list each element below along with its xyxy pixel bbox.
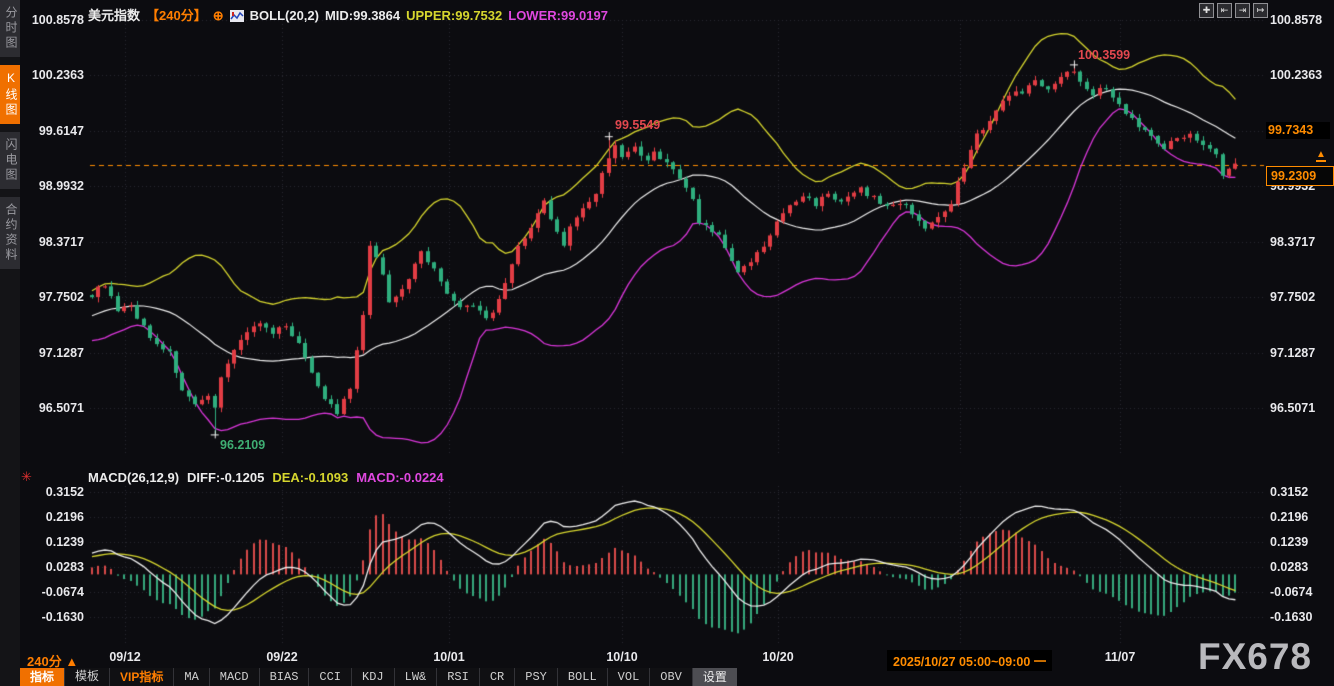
boll-indicator-label: BOLL(20,2): [250, 8, 319, 23]
indicator-toolbar: 指标模板VIP指标MAMACDBIASCCIKDJLW&RSICRPSYBOLL…: [20, 668, 737, 686]
macd-settings-icon[interactable]: ✳: [21, 469, 32, 485]
macd-axis-right-0: 0.3152: [1270, 485, 1308, 499]
toolbar-item-MA[interactable]: MA: [173, 668, 208, 686]
macd-dea-value: DEA:-0.1093: [272, 470, 348, 485]
sidebar-item-2[interactable]: K线图: [0, 65, 20, 124]
toolbar-item-RSI[interactable]: RSI: [436, 668, 479, 686]
macd-macd-value: MACD:-0.0224: [356, 470, 443, 485]
x-axis-label-11/07: 11/07: [1105, 650, 1136, 664]
add-indicator-icon[interactable]: ⊕: [213, 8, 224, 23]
macd-axis-left-4: -0.0674: [24, 585, 84, 599]
toolbar-item-KDJ[interactable]: KDJ: [351, 668, 394, 686]
price-axis-left-7: 96.5071: [24, 401, 84, 415]
sidebar-item-4[interactable]: 合约资料: [0, 197, 20, 269]
toolbar-item-CR[interactable]: CR: [479, 668, 514, 686]
macd-legend: MACD(26,12,9) DIFF:-0.1205 DEA:-0.1093 MACD…: [88, 470, 452, 485]
sidebar-item-3[interactable]: 闪电图: [0, 132, 20, 189]
compress-left-icon[interactable]: ⇤: [1217, 3, 1232, 18]
macd-axis-right-1: 0.2196: [1270, 510, 1308, 524]
macd-axis-left-0: 0.3152: [24, 485, 84, 499]
toolbar-item-指标[interactable]: 指标: [20, 668, 64, 686]
period-label: 【240分】: [146, 8, 207, 23]
price-macd-chart-canvas[interactable]: [0, 0, 1334, 686]
toolbar-item-设置[interactable]: 设置: [692, 668, 737, 686]
macd-axis-left-1: 0.2196: [24, 510, 84, 524]
boll-lower-value: LOWER:99.0197: [508, 8, 608, 23]
macd-axis-right-4: -0.0674: [1270, 585, 1312, 599]
price-axis-right-6: 96.5071: [1270, 401, 1315, 415]
x-axis-label-10/01: 10/01: [433, 650, 464, 664]
price-axis-right-3: 98.3717: [1270, 235, 1315, 249]
charting-app: 分时图 K线图闪电图合约资料 美元指数【240分】 ⊕ BOLL(20,2) MID:9…: [0, 0, 1334, 686]
main-chart-legend: 美元指数【240分】 ⊕ BOLL(20,2) MID:99.3864 UPPER:99…: [88, 5, 614, 25]
price-axis-right-1: 100.2363: [1270, 68, 1322, 82]
price-axis-right-5: 97.1287: [1270, 346, 1315, 360]
symbol-name: 美元指数: [88, 8, 140, 23]
macd-indicator-label: MACD(26,12,9): [88, 470, 179, 485]
price-axis-right-4: 97.7502: [1270, 290, 1315, 304]
compress-right-icon[interactable]: ⇥: [1235, 3, 1250, 18]
chart-toolbuttons: ✚⇤⇥↦: [1199, 3, 1268, 18]
annotation-high-100: 100.3599: [1078, 48, 1130, 62]
macd-axis-left-2: 0.1239: [24, 535, 84, 549]
interval-text: 240分: [27, 654, 62, 669]
crosshair-date-tooltip: 2025/10/27 05:00~09:00 一: [887, 650, 1052, 671]
toolbar-item-BIAS[interactable]: BIAS: [259, 668, 309, 686]
price-axis-left-4: 98.3717: [24, 235, 84, 249]
pan-icon[interactable]: ✚: [1199, 3, 1214, 18]
toolbar-item-PSY[interactable]: PSY: [514, 668, 557, 686]
sidebar-item-1[interactable]: 分时图: [0, 0, 20, 57]
sidebar: 分时图 K线图闪电图合约资料: [0, 0, 20, 686]
toolbar-item-BOLL[interactable]: BOLL: [557, 668, 607, 686]
boll-mid-value: MID:99.3864: [325, 8, 400, 23]
price-axis-left-5: 97.7502: [24, 290, 84, 304]
brand-watermark: FX678: [1198, 636, 1312, 678]
toolbar-item-OBV[interactable]: OBV: [649, 668, 692, 686]
x-axis-label-10/10: 10/10: [606, 650, 637, 664]
x-axis-label-09/22: 09/22: [266, 650, 297, 664]
toolbar-item-VIP指标[interactable]: VIP指标: [109, 668, 173, 686]
toolbar-item-MACD[interactable]: MACD: [209, 668, 259, 686]
annotation-low-96: 96.2109: [220, 438, 265, 452]
x-axis-label-10/20: 10/20: [762, 650, 793, 664]
current-price-badge: 99.2309: [1266, 166, 1334, 186]
toolbar-item-模板[interactable]: 模板: [64, 668, 109, 686]
macd-axis-left-3: 0.0283: [24, 560, 84, 574]
chart-type-icon[interactable]: [230, 10, 244, 25]
price-axis-left-3: 98.9932: [24, 179, 84, 193]
interval-up-arrow-icon: ▲: [65, 654, 78, 669]
price-axis-left-6: 97.1287: [24, 346, 84, 360]
macd-axis-right-5: -0.1630: [1270, 610, 1312, 624]
price-axis-right-0: 100.8578: [1270, 13, 1322, 27]
price-axis-left-2: 99.6147: [24, 124, 84, 138]
boll-upper-value: UPPER:99.7532: [406, 8, 502, 23]
macd-axis-right-3: 0.0283: [1270, 560, 1308, 574]
price-up-arrow-icon: ▲: [1316, 150, 1326, 162]
session-open-price-label: 99.7343: [1266, 122, 1330, 139]
toolbar-item-CCI[interactable]: CCI: [308, 668, 351, 686]
annotation-high-99: 99.5549: [615, 118, 660, 132]
toolbar-item-VOL[interactable]: VOL: [607, 668, 650, 686]
macd-axis-left-5: -0.1630: [24, 610, 84, 624]
price-axis-left-0: 100.8578: [24, 13, 84, 27]
price-axis-left-1: 100.2363: [24, 68, 84, 82]
macd-axis-right-2: 0.1239: [1270, 535, 1308, 549]
x-axis-label-09/12: 09/12: [109, 650, 140, 664]
toolbar-item-LW&[interactable]: LW&: [394, 668, 437, 686]
macd-diff-value: DIFF:-0.1205: [187, 470, 264, 485]
shift-right-icon[interactable]: ↦: [1253, 3, 1268, 18]
